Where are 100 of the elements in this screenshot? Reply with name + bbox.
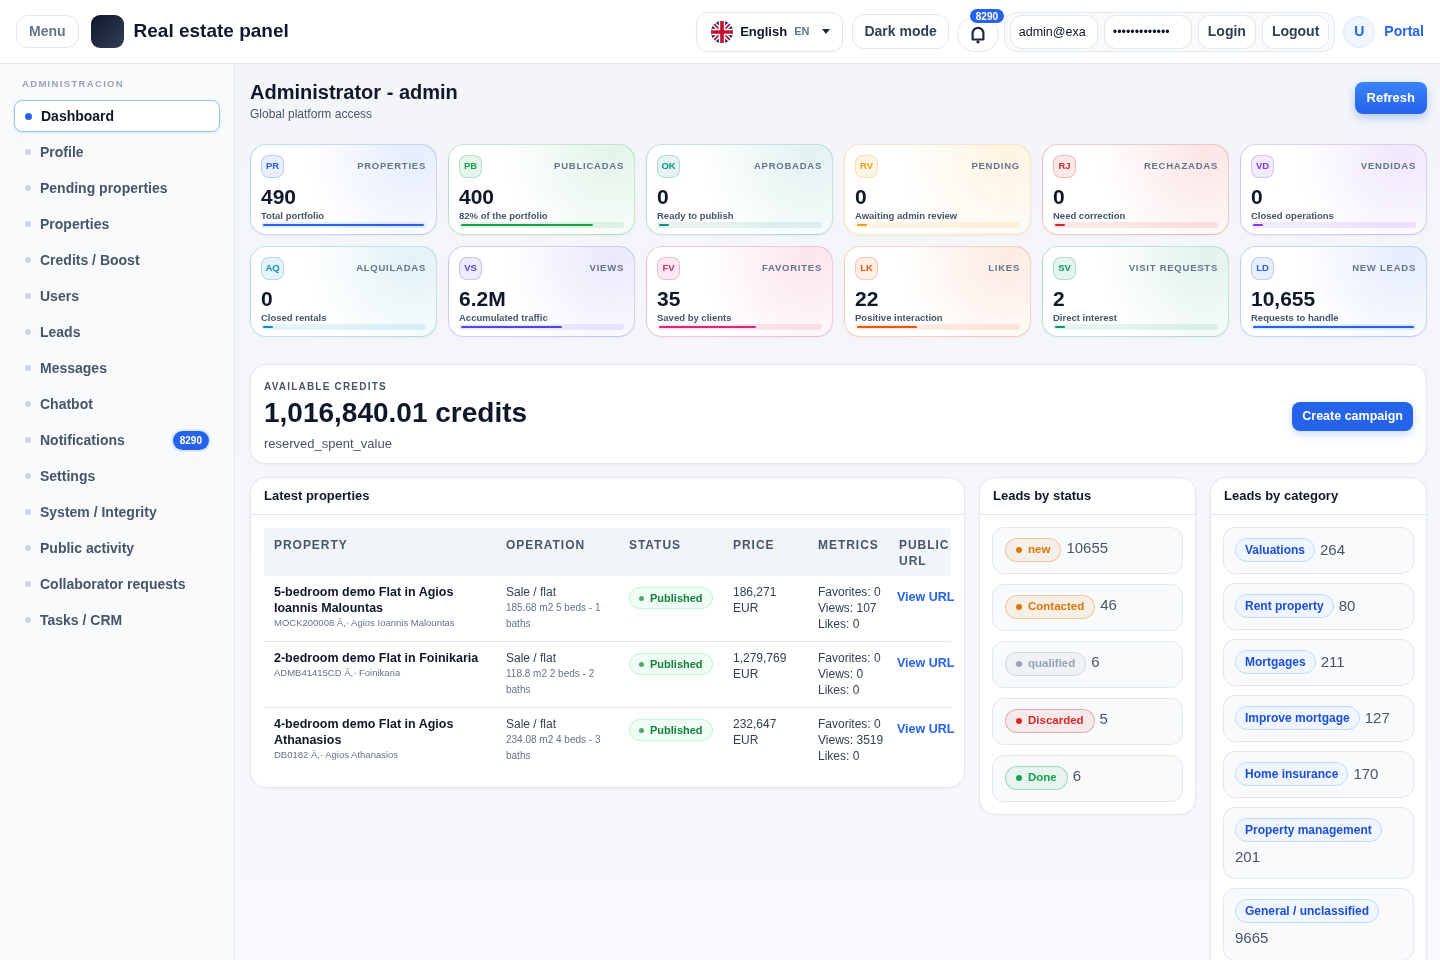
category-tag: Improve mortgage (1235, 706, 1360, 730)
stat-title: VISIT REQUESTS (1128, 261, 1218, 276)
stat-code: OK (657, 155, 680, 178)
operation-text: Sale / flat (506, 583, 558, 600)
menu-button[interactable]: Menu (16, 15, 79, 48)
sidebar-item[interactable]: System / Integrity (14, 496, 220, 528)
stat-value: 0 (261, 288, 274, 310)
lead-count: 170 (1353, 763, 1379, 784)
stat-code: AQ (261, 257, 284, 280)
stat-code: RV (855, 155, 878, 178)
create-campaign-button[interactable]: Create campaign (1292, 401, 1413, 431)
user-avatar[interactable]: U (1343, 15, 1376, 48)
view-url-link[interactable]: View URL (897, 721, 955, 736)
column-header: PRICE (723, 527, 808, 576)
lead-count: 10655 (1066, 537, 1109, 558)
status-label: Published (650, 656, 703, 672)
property-reference: ADMB41415CD Ã,· Foinikaria (274, 666, 402, 679)
email-field[interactable]: admin@exa (1009, 14, 1098, 49)
lead-count: 264 (1320, 539, 1346, 560)
lead-status-label: Discarded (1028, 713, 1084, 729)
stat-caption: Saved by clients (657, 312, 733, 324)
stat-code: VS (459, 257, 482, 280)
stat-value: 0 (855, 186, 868, 208)
column-header: PROPERTY (264, 527, 496, 576)
count-badge: 8290 (172, 430, 209, 450)
stat-title: VENDIDAS (1360, 159, 1416, 174)
stat-caption: Need correction (1053, 210, 1127, 222)
sidebar-item[interactable]: Collaborator requests (14, 568, 220, 600)
sidebar-item[interactable]: Tasks / CRM (14, 604, 220, 636)
metric-text: Favorites: 0 (818, 583, 882, 600)
category-tag: Rent property (1235, 594, 1334, 618)
stat-value: 0 (1251, 186, 1264, 208)
stat-code: PB (459, 155, 482, 178)
metric-text: Views: 3519 (818, 731, 885, 748)
column-header: OPERATION (496, 527, 619, 576)
sidebar-item[interactable]: Public activity (14, 532, 220, 564)
metric-text: Likes: 0 (818, 747, 861, 764)
refresh-button[interactable]: Refresh (1354, 82, 1427, 114)
stat-title: RECHAZADAS (1143, 159, 1218, 174)
caret-icon (822, 29, 831, 34)
view-url-link[interactable]: View URL (897, 589, 955, 604)
lead-status-label: Done (1028, 770, 1057, 786)
column-header: STATUS (619, 527, 723, 576)
stat-value: 2 (1053, 288, 1066, 310)
stat-caption: Direct interest (1053, 312, 1118, 324)
lead-count: 80 (1338, 595, 1356, 616)
metric-text: Views: 0 (818, 665, 865, 682)
stat-caption: Awaiting admin review (855, 210, 959, 222)
sidebar-item[interactable]: Profile (14, 136, 220, 168)
stat-code: SV (1053, 257, 1076, 280)
sidebar-item[interactable]: Credits / Boost (14, 244, 220, 276)
metric-text: Views: 107 (818, 599, 878, 616)
flag-icon (711, 20, 734, 43)
status-label: Published (650, 590, 703, 606)
stat-code: LK (855, 257, 878, 280)
app-title: Real estate panel (133, 19, 289, 44)
lead-status-label: qualified (1028, 656, 1076, 672)
portal-link[interactable]: Portal (1384, 21, 1424, 42)
stat-value: 0 (1053, 186, 1066, 208)
property-details: 185.68 m2 5 beds - 1 baths (506, 600, 602, 631)
category-tag: Property management (1235, 817, 1382, 842)
sidebar-item[interactable]: Chatbot (14, 388, 220, 420)
lead-count: 46 (1100, 594, 1117, 615)
language-select[interactable]: English EN (696, 11, 844, 52)
column-header: METRICS (808, 527, 889, 576)
logout-button[interactable]: Logout (1261, 14, 1330, 49)
lead-count: 5 (1099, 708, 1108, 729)
credits-note: reserved_spent_value (264, 435, 393, 453)
sidebar-item[interactable]: Notifications 8290 (14, 424, 220, 456)
sidebar-item[interactable]: Properties (14, 208, 220, 240)
sidebar-item[interactable]: Leads (14, 316, 220, 348)
card-title: Leads by status (993, 486, 1092, 505)
card-title: Leads by category (1224, 486, 1339, 505)
stat-caption: 82% of the portfolio (459, 210, 549, 222)
stat-code: FV (657, 257, 680, 280)
sidebar-item[interactable]: Dashboard (14, 100, 220, 132)
category-tag: Home insurance (1235, 762, 1349, 786)
stat-caption: Closed rentals (261, 312, 328, 324)
sidebar-item[interactable]: Pending properties (14, 172, 220, 204)
property-reference: MOCK200008 Ã,· Agios Ioannis Malountas (274, 616, 456, 629)
stat-caption: Requests to handle (1251, 312, 1340, 324)
notification-count: 8290 (967, 7, 1007, 25)
property-name: 5-bedroom demo Flat in Agios Ioannis Malountas (274, 583, 455, 616)
lead-count: 6 (1072, 765, 1082, 786)
category-tag: General / unclassified (1235, 899, 1380, 923)
dark-mode-button[interactable]: Dark mode (852, 14, 949, 49)
view-url-link[interactable]: View URL (897, 655, 955, 670)
sidebar-item[interactable]: Users (14, 280, 220, 312)
password-field[interactable]: ••••••••••••• (1103, 14, 1192, 49)
lead-status-label: Contacted (1028, 599, 1085, 615)
operation-text: Sale / flat (506, 649, 558, 666)
sidebar-item[interactable]: Settings (14, 460, 220, 492)
stat-value: 490 (261, 186, 298, 208)
credits-amount: 1,016,840.01 credits (264, 396, 528, 430)
sidebar-item[interactable]: Messages (14, 352, 220, 384)
lead-count: 201 (1235, 846, 1261, 867)
login-button[interactable]: Login (1197, 14, 1256, 49)
property-details: 234.08 m2 4 beds - 3 baths (506, 732, 602, 763)
stat-code: LD (1251, 257, 1274, 280)
stat-title: NEW LEADS (1352, 261, 1416, 276)
